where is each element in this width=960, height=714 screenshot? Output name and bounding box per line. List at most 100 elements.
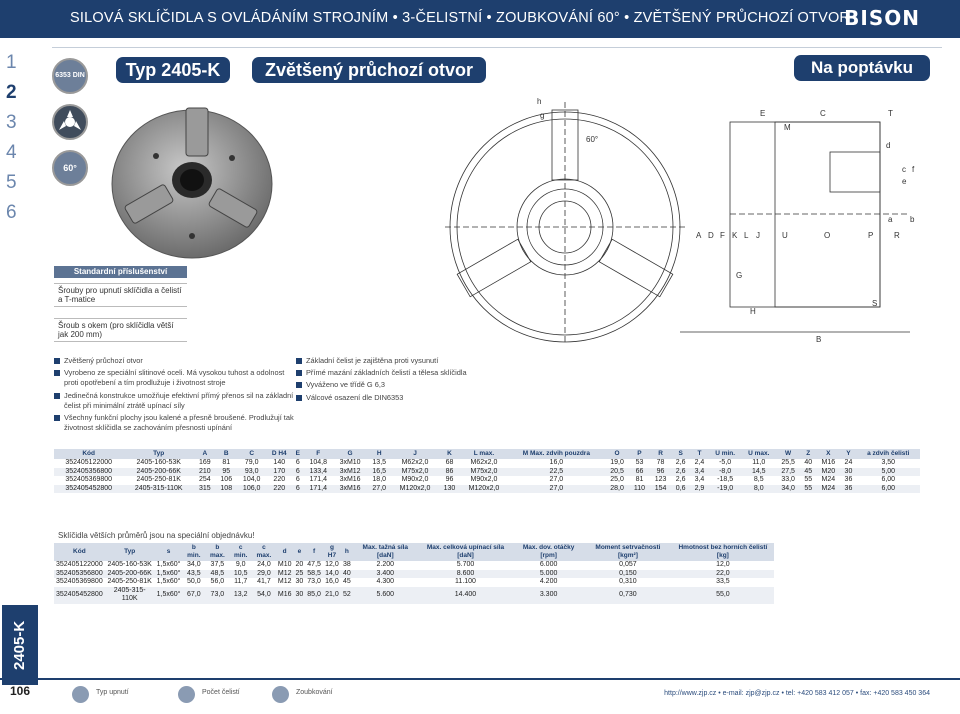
table-cell: 24,0 [257, 561, 271, 568]
spec-icons: 6353 DIN 60° [52, 58, 92, 196]
table-cell: 21,0 [322, 586, 341, 604]
table-cell: 2405-250-81K [136, 476, 181, 484]
table-header-row: Kód Typ s b min. b max. c min. c max. d e f g H7 h M… [54, 543, 774, 561]
table-cell: 3xM16 [339, 476, 361, 484]
table-cell: 1,5x60° [154, 586, 183, 604]
section-1[interactable]: 1 [6, 52, 17, 74]
dim-label: M [784, 123, 791, 132]
table-cell: 6 [295, 459, 300, 466]
table-cell: -5,0 [719, 459, 732, 466]
table-cell: 0,730 [584, 586, 672, 604]
footer-item: Typ upnutí [96, 689, 129, 696]
table-cell: 20 [295, 561, 304, 568]
table-cell: 6 [292, 484, 304, 494]
table-cell: M24 [816, 484, 841, 494]
table-cell: M75x2,0 [391, 467, 439, 477]
section-5[interactable]: 5 [6, 172, 17, 194]
column-header: h [340, 543, 353, 561]
table-cell: 37,5 [210, 561, 225, 568]
table-cell: 2,6 [675, 476, 686, 484]
table-cell: 2,4 [694, 459, 705, 466]
table-cell: 55 [804, 476, 813, 484]
table-cell: M10 [277, 561, 292, 568]
serration-60-icon: 60° [52, 150, 88, 186]
table-cell: 352405356800 [54, 467, 124, 477]
table-cell: 27,0 [507, 484, 606, 494]
header-bar: SILOVÁ SKLÍČIDLA S OVLÁDÁNÍM STROJNÍM • … [0, 0, 960, 38]
column-header: Max. tažná síla [daN] [352, 543, 418, 561]
column-header: S [671, 449, 691, 459]
column-header: U max. [741, 449, 777, 459]
footer-item: Počet čelistí [202, 689, 240, 696]
footer-contact[interactable]: http://www.zjp.cz • e-mail: zjp@zjp.cz •… [664, 690, 930, 697]
table-cell: 73,0 [307, 578, 321, 586]
table-cell: 220 [273, 476, 286, 484]
table-cell: M75x2,0 [460, 467, 508, 477]
table-cell: 9,0 [235, 561, 246, 568]
table-cell: 10,5 [229, 569, 252, 579]
table-cell: 110 [629, 484, 650, 494]
table-cell: 40 [340, 569, 353, 579]
column-header: M Max. zdvih pouzdra [507, 449, 606, 459]
table-row: 352405122000 2405-160-53K 169 81 79,0 140 6 104… [54, 459, 920, 468]
table-cell: -8,0 [708, 467, 742, 477]
table-cell: M12 [277, 578, 292, 586]
column-header: g H7 [322, 543, 341, 561]
column-header: Typ [123, 449, 195, 459]
dim-label: H [750, 307, 756, 316]
accessory-item: Šrouby pro upnutí sklíčidla a čelistí a … [54, 283, 187, 307]
feature-item: Vyrobeno ze speciální slitinové oceli. M… [54, 368, 294, 388]
table-cell: 14,0 [322, 569, 341, 579]
table-cell: 104,8 [309, 459, 328, 466]
section-4[interactable]: 4 [6, 142, 17, 164]
table-cell: 27,0 [367, 484, 392, 494]
table-cell: 13,5 [372, 459, 387, 466]
table-cell: 41,7 [257, 578, 271, 586]
table-cell: 22,0 [671, 569, 774, 579]
table-cell: 5.600 [352, 586, 418, 604]
table-cell: 22,5 [507, 467, 606, 477]
dim-label: J [756, 231, 760, 240]
table-row: 352405369800 2405-250-81K 254 106 104,0 220 6 1… [54, 476, 920, 485]
table-cell: 2405-160-53K [107, 561, 152, 568]
table-cell: 96 [445, 476, 454, 484]
section-2[interactable]: 2 [6, 82, 17, 104]
table-cell: 8.600 [417, 569, 514, 579]
table-cell: M16 [275, 586, 294, 604]
table-cell: 2405-160-53K [136, 459, 181, 466]
dim-label: S [872, 299, 877, 308]
table-cell: 36 [844, 476, 853, 484]
table-cell: 8,5 [753, 476, 764, 484]
table-cell: 81 [635, 476, 644, 484]
table-cell: 315 [194, 484, 216, 494]
table-cell: 169 [198, 459, 211, 466]
features-left: Zvětšený průchozí otvor Vyrobeno ze spec… [54, 356, 294, 435]
table-cell: 56,0 [210, 578, 225, 586]
column-header: Y [840, 449, 857, 459]
din-6353-icon: 6353 DIN [52, 58, 88, 94]
column-header: X [816, 449, 841, 459]
technical-drawing: h g 60° E C T M d c e f a b A D F K L J … [445, 97, 915, 344]
dim-label: f [912, 165, 915, 174]
table-cell: 3,4 [690, 467, 709, 477]
features-right: Základní čelist je zajištěna proti vysun… [296, 356, 496, 405]
feature-item: Základní čelist je zajištěna proti vysun… [296, 356, 496, 366]
table-cell: 220 [266, 484, 293, 494]
table-cell: 50,0 [187, 578, 201, 586]
section-6[interactable]: 6 [6, 202, 17, 224]
table-cell: M120x2,0 [391, 484, 439, 494]
table-cell: 11,0 [752, 459, 766, 466]
dim-label: b [910, 215, 915, 224]
table-cell: 352405452800 [54, 484, 124, 494]
table-cell: 45 [342, 578, 351, 586]
table-cell: 2405-200-66K [104, 569, 155, 579]
table-cell: 8,0 [741, 484, 777, 494]
table-cell: 210 [194, 467, 216, 477]
section-3[interactable]: 3 [6, 112, 17, 134]
table-cell: 3xM10 [339, 459, 361, 466]
column-header: Max. celková upínací síla [daN] [417, 543, 514, 561]
table-cell: 106,0 [236, 484, 267, 494]
table-cell: 3,4 [694, 476, 705, 484]
table-cell: 14,5 [741, 467, 777, 477]
page-number: 106 [9, 684, 31, 698]
